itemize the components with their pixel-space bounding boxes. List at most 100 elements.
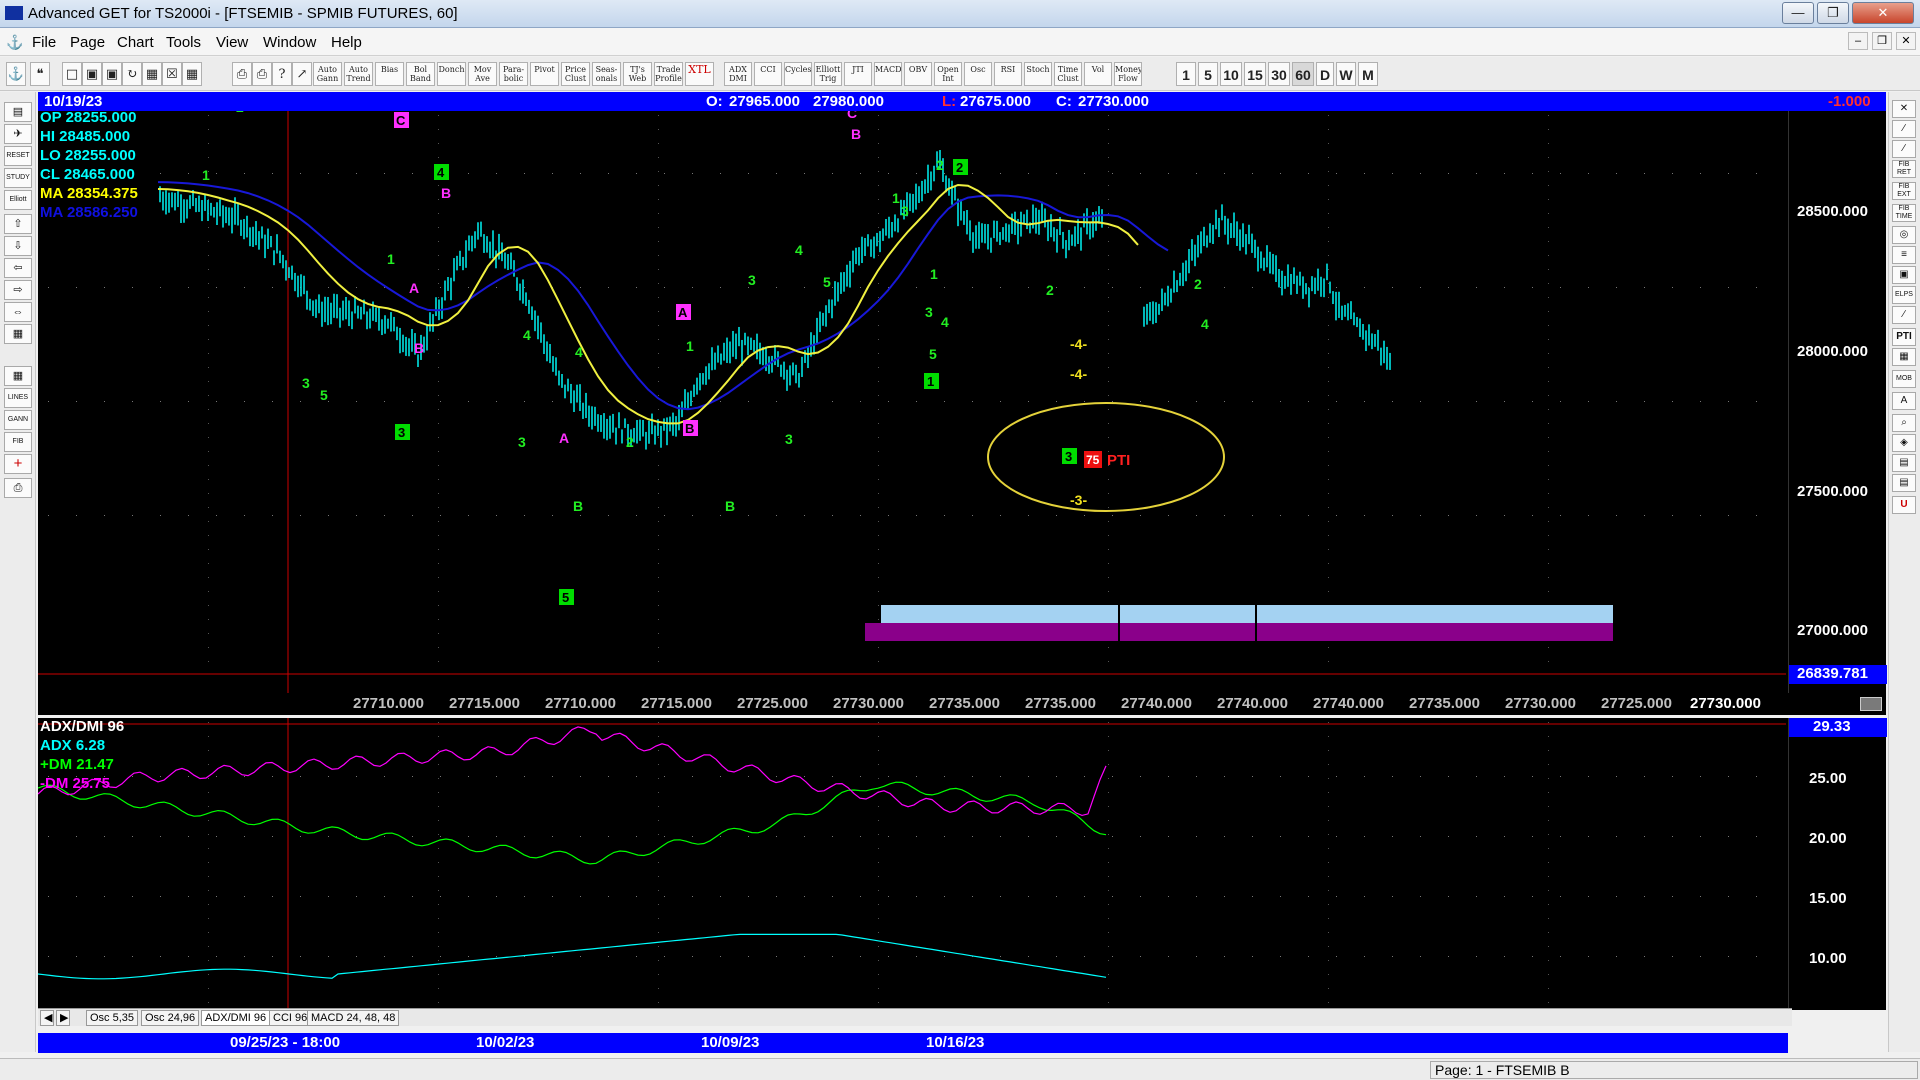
menu-app-icon[interactable]: ⚓ [6, 34, 23, 51]
layout-icon[interactable]: ▦ [182, 62, 202, 86]
study-tool-button[interactable]: STUDY [4, 168, 32, 188]
marker-tool-icon[interactable]: ◈ [1892, 434, 1916, 452]
ellipse-tool-button[interactable]: ELPS [1892, 286, 1916, 304]
arrow-left-icon[interactable]: ⇦ [4, 258, 32, 278]
menu-window[interactable]: Window [263, 34, 316, 51]
chart-resize-handle-icon[interactable] [1860, 697, 1882, 711]
study-adx-dmi-button[interactable]: ADX DMI [724, 62, 752, 86]
copy-icon[interactable]: ▣ [82, 62, 102, 86]
menu-tools[interactable]: Tools [166, 34, 201, 51]
menu-page[interactable]: Page [70, 34, 105, 51]
notes-tool-icon[interactable]: ▤ [1892, 474, 1916, 492]
study-osc-button[interactable]: Osc [964, 62, 992, 86]
minimize-button[interactable]: — [1782, 2, 1814, 24]
open-folder-icon[interactable]: ▤ [4, 102, 32, 122]
study-seasonals-button[interactable]: Seas-onals [592, 62, 621, 86]
arrow-right-icon[interactable]: ⇨ [4, 280, 32, 300]
zoom-icon[interactable]: ⌕ [1892, 414, 1916, 432]
tab-adx-dmi-96[interactable]: ADX/DMI 96 [201, 1010, 271, 1026]
arrow-down-icon[interactable]: ⇩ [4, 236, 32, 256]
adx-dmi-panel[interactable]: ADX/DMI 96 ADX 6.28 +DM 21.47 -DM 25.75 … [38, 718, 1887, 1010]
study-stoch-button[interactable]: Stoch [1024, 62, 1052, 86]
table-tool-icon[interactable]: ▦ [1892, 348, 1916, 366]
grid-icon[interactable]: ▦ [142, 62, 162, 86]
new-page-icon[interactable]: □ [62, 62, 82, 86]
line-tool-icon[interactable]: ∕ [1892, 120, 1916, 138]
study-open-int-button[interactable]: Open Int [934, 62, 962, 86]
context-help-icon[interactable]: ↗ [292, 62, 312, 86]
menu-file[interactable]: File [32, 34, 56, 51]
fib-ret-button[interactable]: FIB RET [1892, 160, 1916, 178]
tab-scroll-right-icon[interactable]: ▶ [56, 1010, 70, 1026]
u-tool-icon[interactable]: U [1892, 496, 1916, 514]
expand-icon[interactable]: ⇔ [4, 302, 32, 322]
study-cci-button[interactable]: CCI [754, 62, 782, 86]
print-tool-icon[interactable]: ⎙ [4, 478, 32, 498]
mob-button[interactable]: MOB [1892, 370, 1916, 388]
study-bol-band-button[interactable]: Bol Band [406, 62, 435, 86]
pti-button[interactable]: PTI [1892, 328, 1916, 346]
fib-ext-button[interactable]: FIB EXT [1892, 182, 1916, 200]
study-vol-button[interactable]: Vol [1084, 62, 1112, 86]
crosshair-icon[interactable]: + [4, 454, 32, 474]
layout-tool-icon[interactable]: ▦ [4, 366, 32, 386]
box-tool-icon[interactable]: ▣ [1892, 266, 1916, 284]
ray-tool-icon[interactable]: ∕ [1892, 306, 1916, 324]
period-5-button[interactable]: 5 [1198, 62, 1218, 86]
tab-osc-5-35[interactable]: Osc 5,35 [86, 1010, 139, 1026]
cross-icon[interactable]: ✕ [1892, 100, 1916, 118]
menu-view[interactable]: View [216, 34, 248, 51]
close-button[interactable]: ✕ [1852, 2, 1914, 24]
study-price-clust-button[interactable]: Price Clust [561, 62, 590, 86]
tab-cci-96[interactable]: CCI 96 [269, 1010, 312, 1026]
tab-osc-24-96[interactable]: Osc 24,96 [141, 1010, 200, 1026]
circle-tool-icon[interactable]: ◎ [1892, 226, 1916, 244]
tab-scroll-left-icon[interactable]: ◀ [40, 1010, 54, 1026]
fib-tool-button[interactable]: FIB [4, 432, 32, 452]
study-cycles-button[interactable]: Cycles [784, 62, 812, 86]
maximize-button[interactable]: ❐ [1817, 2, 1849, 24]
tab-macd[interactable]: MACD 24, 48, 48 [307, 1010, 400, 1026]
elliott-tool-button[interactable]: Elliott [4, 190, 32, 210]
delete-icon[interactable]: ☒ [162, 62, 182, 86]
period-10-button[interactable]: 10 [1220, 62, 1242, 86]
period-60-button[interactable]: 60 [1292, 62, 1314, 86]
arrow-up-icon[interactable]: ⇧ [4, 214, 32, 234]
anchor-icon[interactable]: ⚓ [6, 62, 26, 86]
menu-chart[interactable]: Chart [117, 34, 154, 51]
quote-icon[interactable]: ❝ [30, 62, 50, 86]
study-bias-button[interactable]: Bias [375, 62, 404, 86]
trend-line-icon[interactable]: ∕ [1892, 140, 1916, 158]
price-chart[interactable]: 121435342134351234213542ABBABBCB435213AB… [38, 109, 1887, 715]
paste-icon[interactable]: ▣ [102, 62, 122, 86]
study-obv-button[interactable]: OBV [904, 62, 932, 86]
study-pivot-button[interactable]: Pivot [530, 62, 559, 86]
print-preview-icon[interactable]: ⎙ [252, 62, 272, 86]
study-xtl-button[interactable]: XTL [685, 62, 714, 86]
fib-time-button[interactable]: FIB TIME [1892, 204, 1916, 222]
study-tjs-web-button[interactable]: TJ's Web [623, 62, 652, 86]
period-monthly-button[interactable]: M [1358, 62, 1378, 86]
study-trade-profile-button[interactable]: Trade Profile [654, 62, 683, 86]
period-weekly-button[interactable]: W [1336, 62, 1356, 86]
study-jti-button[interactable]: JTI [844, 62, 872, 86]
print-icon[interactable]: ⎙ [232, 62, 252, 86]
study-parabolic-button[interactable]: Para-bolic [499, 62, 528, 86]
menu-help[interactable]: Help [331, 34, 362, 51]
study-auto-trend-button[interactable]: Auto Trend [344, 62, 373, 86]
study-money-flow-button[interactable]: Money Flow [1114, 62, 1142, 86]
mdi-close-button[interactable]: ✕ [1896, 32, 1916, 50]
lines-tool-button[interactable]: LINES [4, 388, 32, 408]
refresh-icon[interactable]: ↻ [122, 62, 142, 86]
grid-tool-icon[interactable]: ▦ [4, 324, 32, 344]
period-daily-button[interactable]: D [1316, 62, 1334, 86]
mdi-minimize-button[interactable]: – [1848, 32, 1868, 50]
study-elliott-trig-button[interactable]: Elliott Trig [814, 62, 842, 86]
period-1-button[interactable]: 1 [1176, 62, 1196, 86]
text-tool-icon[interactable]: A [1892, 392, 1916, 410]
channel-tool-icon[interactable]: ≡ [1892, 246, 1916, 264]
study-rsi-button[interactable]: RSI [994, 62, 1022, 86]
study-time-clust-button[interactable]: Time Clust [1054, 62, 1082, 86]
period-30-button[interactable]: 30 [1268, 62, 1290, 86]
period-15-button[interactable]: 15 [1244, 62, 1266, 86]
